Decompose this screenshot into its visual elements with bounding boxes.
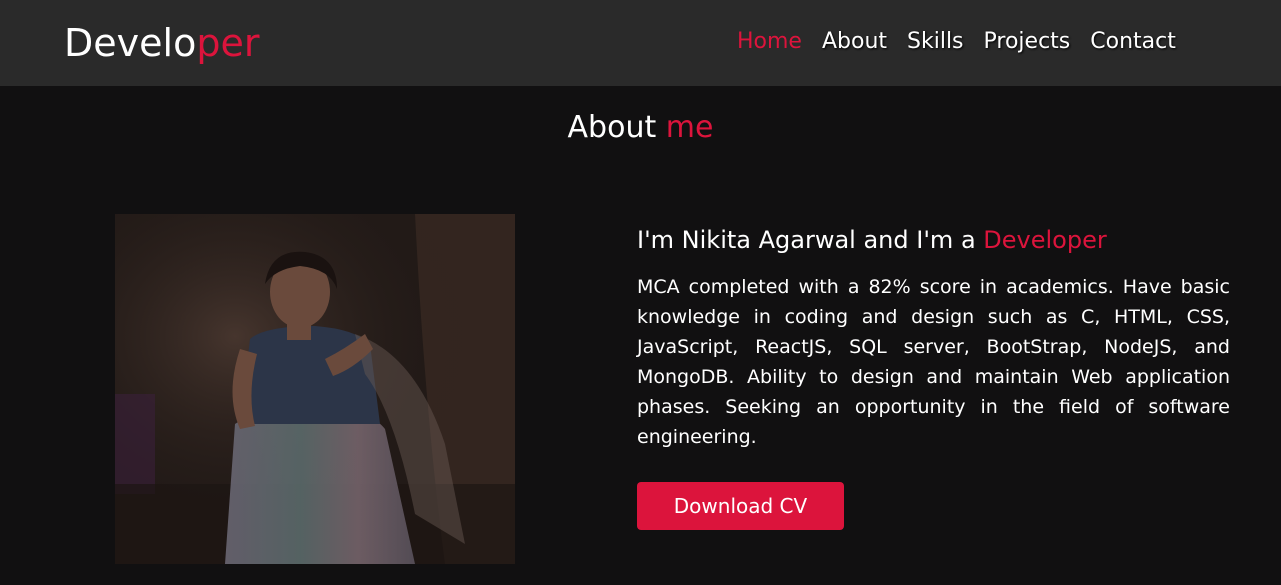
section-title: About me	[0, 108, 1281, 148]
about-headline: I'm Nikita Agarwal and I'm a Developer	[637, 222, 1230, 258]
profile-photo-illustration	[115, 214, 515, 564]
logo-prefix: Develo	[64, 21, 197, 65]
download-cv-button[interactable]: Download CV	[637, 482, 844, 530]
headline-prefix: I'm Nikita Agarwal and I'm a	[637, 226, 984, 254]
site-logo[interactable]: Developer	[64, 19, 259, 67]
nav-link-projects[interactable]: Projects	[984, 28, 1071, 56]
about-content: I'm Nikita Agarwal and I'm a Developer M…	[637, 222, 1230, 452]
nav-link-home[interactable]: Home	[737, 28, 802, 56]
section-title-accent: me	[665, 110, 714, 145]
profile-photo	[115, 214, 515, 564]
nav-link-contact[interactable]: Contact	[1090, 28, 1176, 56]
section-title-prefix: About	[567, 110, 666, 145]
nav-link-skills[interactable]: Skills	[907, 28, 964, 56]
about-bio: MCA completed with a 82% score in academ…	[637, 276, 1230, 448]
nav-menu: Home About Skills Projects Contact	[737, 28, 1196, 56]
navbar: Developer Home About Skills Projects Con…	[0, 0, 1281, 86]
headline-accent: Developer	[983, 226, 1107, 254]
nav-link-about[interactable]: About	[822, 28, 887, 56]
logo-accent: per	[196, 21, 260, 65]
